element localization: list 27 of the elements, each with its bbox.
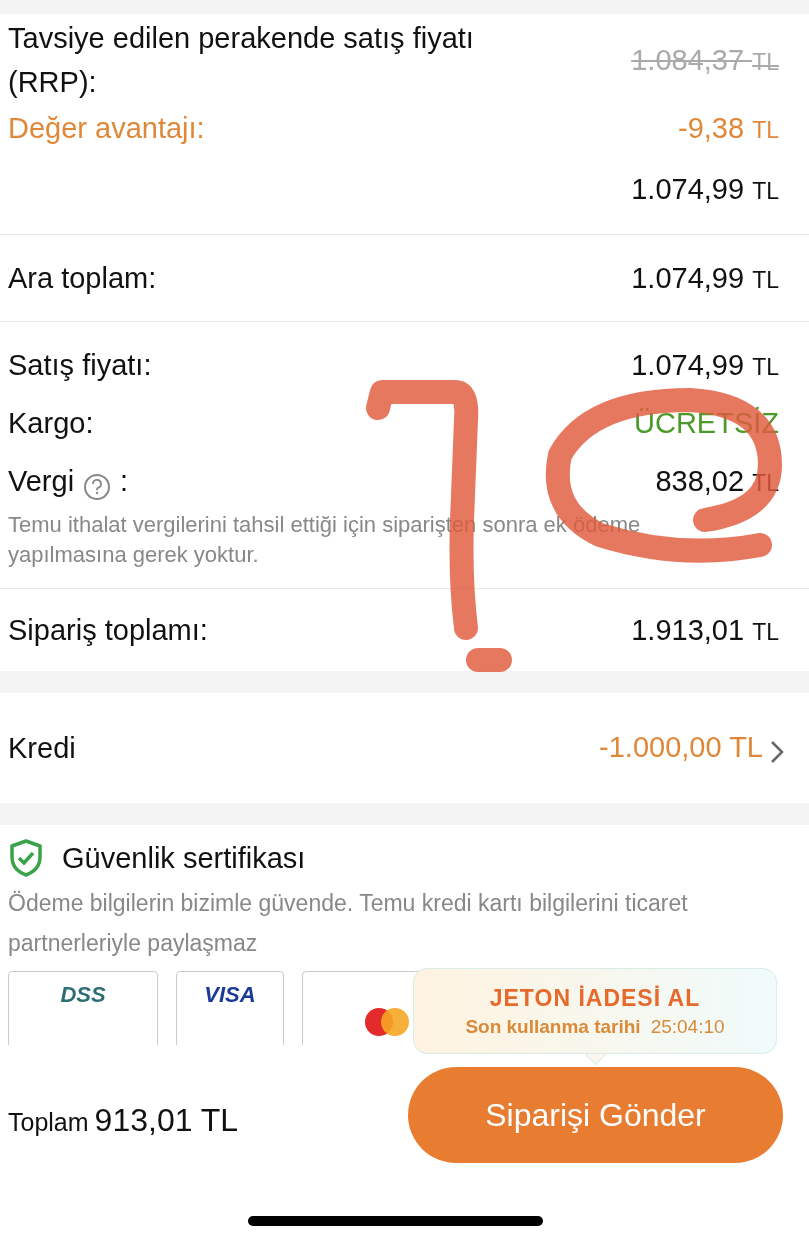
expiry-label: Son kullanma tarihi	[465, 1015, 641, 1038]
price-amount: 1.074,99 TL	[631, 348, 779, 382]
price-label: Tavsiye edilen perakende satış fiyatı (RRP):	[8, 21, 475, 100]
discount-amount: -9,38 TL	[678, 111, 779, 145]
total-amount: 913,01 TL	[94, 1102, 239, 1139]
price-label: Değer avantajı:	[8, 111, 205, 146]
shield-check-icon	[8, 838, 44, 878]
price-label: Satış fiyatı:	[8, 348, 152, 383]
subtotal-label: Ara toplam:	[8, 261, 157, 296]
price-label: Kargo:	[8, 406, 94, 441]
total-label: Toplam	[8, 1108, 89, 1137]
rrp-price: 1.084,37 TL	[631, 43, 779, 77]
coupon-tooltip[interactable]: JETON İADESİ AL Son kullanma tarihi 25:04:10	[413, 968, 777, 1054]
credit-link[interactable]: -1.000,00 TL	[599, 730, 785, 766]
security-description: Ödeme bilgilerin bizimle güvende. Temu kredi kartı bilgilerini ticaret partnerleriyle paylaşmaz	[8, 889, 688, 958]
credit-label: Kredi	[8, 731, 76, 766]
countdown: 25:04:10	[650, 1015, 725, 1038]
order-total-label: Sipariş toplamı:	[8, 613, 208, 648]
price-label: Vergi	[8, 465, 75, 497]
colon-label: :	[120, 465, 129, 497]
subtotal-amount: 1.074,99 TL	[631, 261, 779, 295]
tooltip-title: JETON İADESİ AL	[489, 984, 701, 1012]
order-total-amount: 1.913,01 TL	[631, 613, 779, 647]
price-amount: 1.074,99 TL	[631, 172, 779, 206]
help-icon[interactable]	[84, 473, 111, 500]
submit-order-button[interactable]: Siparişi Gönder	[408, 1067, 783, 1163]
section-title: Güvenlik sertifikası	[62, 841, 306, 875]
